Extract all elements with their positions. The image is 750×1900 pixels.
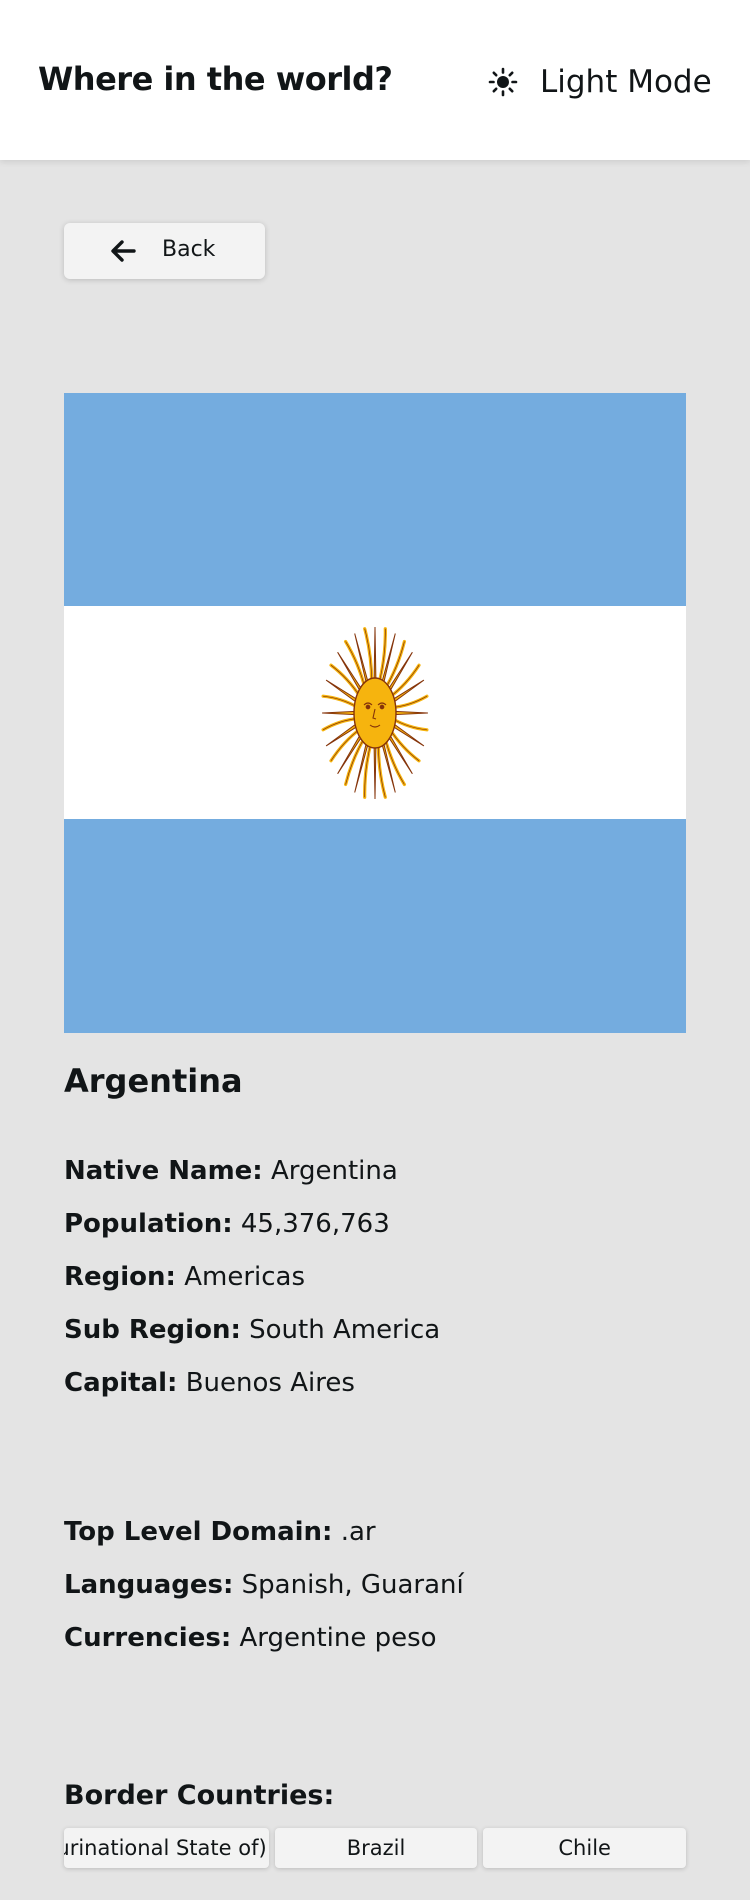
population-row: Population: 45,376,763 — [64, 1209, 390, 1239]
border-countries-list: Bolivia (Plurinational State of) Brazil … — [64, 1828, 687, 1868]
region-value: Americas — [184, 1262, 306, 1292]
capital-label: Capital: — [64, 1368, 178, 1398]
subregion-value: South America — [249, 1315, 441, 1345]
subregion-label: Sub Region: — [64, 1315, 241, 1345]
app-header: Where in the world? Light Mode — [0, 0, 750, 160]
currencies-label: Currencies: — [64, 1623, 232, 1653]
languages-row: Languages: Spanish, Guaraní — [64, 1570, 464, 1600]
sun-face-feature — [365, 704, 371, 710]
tld-row: Top Level Domain: .ar — [64, 1517, 376, 1547]
back-button[interactable]: Back — [64, 223, 265, 279]
country-flag — [64, 393, 686, 1033]
theme-toggle-button[interactable]: Light Mode — [488, 58, 712, 106]
native-name-label: Native Name: — [64, 1156, 263, 1186]
app-title: Where in the world? — [38, 60, 393, 98]
sun-face — [353, 677, 397, 749]
arrow-left-icon — [111, 240, 136, 262]
native-name-row: Native Name: Argentina — [64, 1156, 398, 1186]
capital-value: Buenos Aires — [185, 1368, 355, 1398]
border-countries-title: Border Countries: — [64, 1780, 335, 1811]
sun-face-feature — [379, 704, 385, 710]
region-row: Region: Americas — [64, 1262, 305, 1292]
border-country-button[interactable]: Brazil — [274, 1828, 478, 1868]
currencies-row: Currencies: Argentine peso — [64, 1623, 437, 1653]
border-country-button[interactable]: Chile — [483, 1828, 687, 1868]
native-name-value: Argentina — [270, 1156, 398, 1186]
population-value: 45,376,763 — [240, 1209, 390, 1239]
theme-toggle-label: Light Mode — [540, 64, 712, 100]
currencies-value: Argentine peso — [239, 1623, 437, 1653]
population-label: Population: — [64, 1209, 233, 1239]
country-name: Argentina — [64, 1062, 243, 1100]
back-button-label: Back — [162, 237, 216, 262]
tld-label: Top Level Domain: — [64, 1517, 333, 1547]
subregion-row: Sub Region: South America — [64, 1315, 440, 1345]
languages-value: Spanish, Guaraní — [241, 1570, 464, 1600]
languages-label: Languages: — [64, 1570, 234, 1600]
region-label: Region: — [64, 1262, 176, 1292]
sun-icon — [488, 67, 518, 97]
capital-row: Capital: Buenos Aires — [64, 1368, 355, 1398]
sun-of-may-icon — [321, 626, 429, 800]
border-country-button[interactable]: Bolivia (Plurinational State of) — [64, 1828, 269, 1868]
tld-value: .ar — [340, 1517, 376, 1547]
